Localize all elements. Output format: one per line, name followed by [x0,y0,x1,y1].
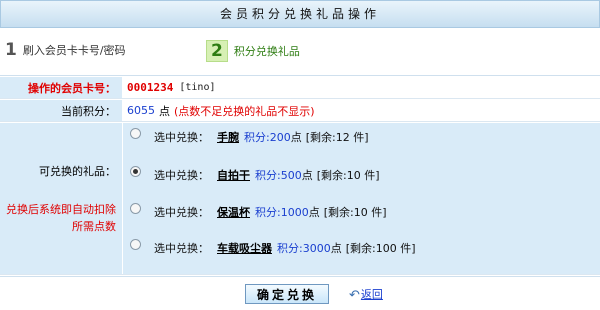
back-link-label[interactable]: 返回 [361,286,383,302]
points-note: (点数不足兑换的礼品不显示) [174,104,315,118]
gift-points-unit: 点 [308,206,320,219]
gift-list: 选中兑换： 手腕 积分: 200 点 [剩余:12 件] 选中兑换： 自拍干 积… [123,123,600,274]
deduct-note: 兑换后系统即自动扣除所需点数 [6,202,116,233]
gift-points-unit: 点 [330,242,342,255]
gift-prefix: 选中兑换： [154,169,209,182]
step-2-current: 2 积分兑换礼品 [206,40,300,62]
step-1-label: 刷入会员卡卡号/密码 [22,44,126,57]
card-number-value-cell: 0001234 [tino] [123,77,600,98]
gift-options-row: 可兑换的礼品： 兑换后系统即自动扣除所需点数 选中兑换： 手腕 积分: 200 … [0,123,600,275]
card-number-label: 操作的会员卡号： [0,77,122,98]
confirm-exchange-button[interactable]: 确定兑换 [245,284,329,304]
gift-stock: [剩余:100 件] [345,242,416,255]
step-2-label: 积分兑换礼品 [233,45,300,58]
gift-points-label: 积分: [255,169,281,182]
gift-options-label: 可兑换的礼品： [39,164,116,178]
gift-prefix: 选中兑换： [154,131,209,144]
gift-prefix: 选中兑换： [154,206,209,219]
card-number-row: 操作的会员卡号： 0001234 [tino] [0,77,600,99]
gift-radio[interactable] [130,165,141,177]
gift-stock: [剩余:10 件] [323,206,387,219]
current-points-value-cell: 6055 点 (点数不足兑换的礼品不显示) [123,100,600,121]
gift-name[interactable]: 保温杯 [217,204,250,220]
back-link[interactable]: ↶ 返回 [349,286,383,302]
gift-radio[interactable] [130,202,141,214]
gift-option[interactable]: 选中兑换： 车载吸尘器 积分: 3000 点 [剩余:100 件] [130,238,416,256]
current-points-value: 6055 [127,104,155,117]
gift-points: 500 [280,168,302,182]
gift-options-label-cell: 可兑换的礼品： 兑换后系统即自动扣除所需点数 [0,123,122,274]
current-points-label: 当前积分： [0,100,122,121]
gift-points-unit: 点 [301,169,313,182]
step-1-number: 1 [5,40,17,60]
gift-points: 200 [269,130,291,144]
step-indicator: 1 刷入会员卡卡号/密码 2 积分兑换礼品 [0,28,600,76]
gift-option[interactable]: 选中兑换： 自拍干 积分: 500 点 [剩余:10 件] [130,165,380,183]
gift-name[interactable]: 手腕 [217,129,239,145]
gift-option[interactable]: 选中兑换： 手腕 积分: 200 点 [剩余:12 件] [130,127,369,145]
gift-points: 3000 [302,241,331,255]
action-bar: 确定兑换 ↶ 返回 [0,276,600,310]
gift-points-label: 积分: [244,131,270,144]
card-holder-name: [tino] [179,82,216,93]
gift-name[interactable]: 自拍干 [217,167,250,183]
current-points-row: 当前积分： 6055 点 (点数不足兑换的礼品不显示) [0,100,600,122]
gift-radio[interactable] [130,127,141,139]
return-arrow-icon: ↶ [349,288,360,303]
current-points-unit: 点 [159,104,170,118]
step-2-number: 2 [206,40,228,62]
gift-option[interactable]: 选中兑换： 保温杯 积分: 1000 点 [剩余:10 件] [130,202,387,220]
step-1: 1 刷入会员卡卡号/密码 [5,40,126,60]
gift-name[interactable]: 车载吸尘器 [217,240,272,256]
gift-stock: [剩余:10 件] [316,169,380,182]
gift-prefix: 选中兑换： [154,242,209,255]
gift-radio[interactable] [130,238,141,250]
card-number-value: 0001234 [127,81,174,94]
gift-points-label: 积分: [277,242,303,255]
page-title: 会员积分兑换礼品操作 [0,0,600,28]
gift-points: 1000 [280,205,309,219]
gift-points-label: 积分: [255,206,281,219]
gift-points-unit: 点 [290,131,302,144]
gift-stock: [剩余:12 件] [305,131,369,144]
